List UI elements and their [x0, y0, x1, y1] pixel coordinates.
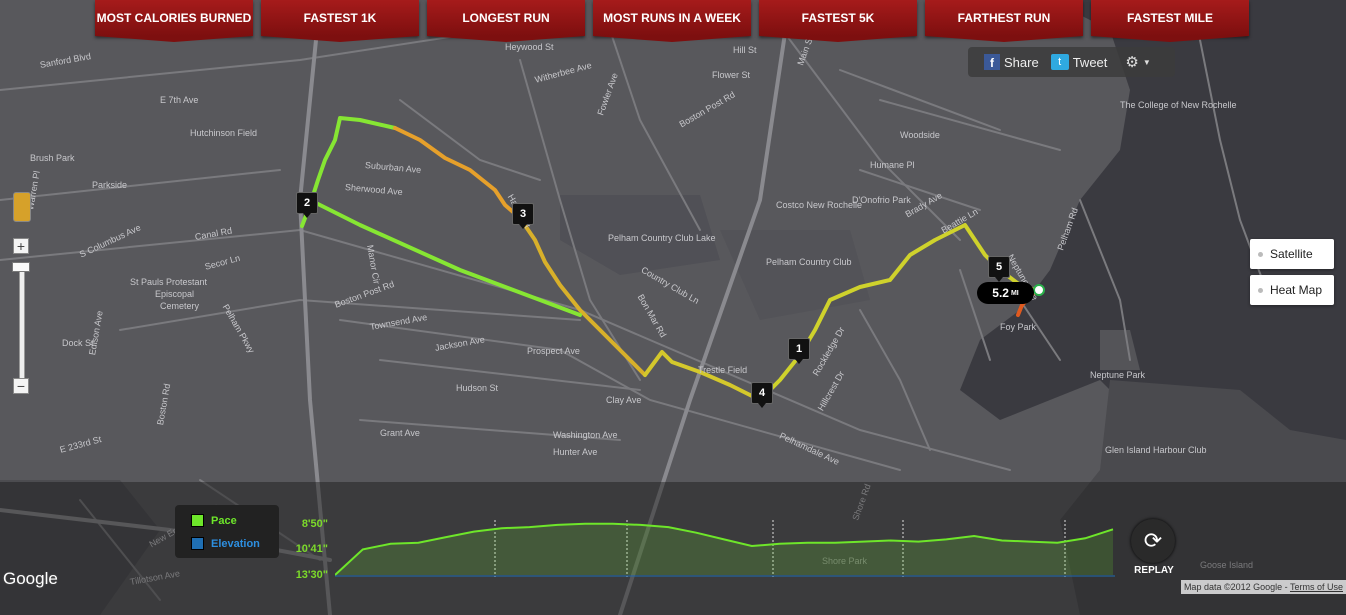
map-label: Grant Ave: [380, 428, 420, 438]
map-label: Heywood St: [505, 42, 554, 52]
tweet-label: Tweet: [1072, 54, 1108, 70]
zoom-slider-track[interactable]: [19, 270, 25, 380]
radio-dot-icon: [1258, 287, 1263, 293]
map-label: Cemetery: [160, 301, 200, 311]
achievement-tabs: MOST CALORIES BURNED FASTEST 1K LONGEST …: [95, 0, 1249, 42]
settings-gear-button[interactable]: ⚙ ▼: [1125, 53, 1150, 71]
map-label: Washington Ave: [553, 430, 618, 440]
distance-unit: MI: [1010, 289, 1019, 297]
radio-dot-icon: [1258, 251, 1263, 257]
map-label: Prospect Ave: [527, 346, 580, 356]
legend-pace[interactable]: Pace: [191, 514, 237, 527]
route-marker-4[interactable]: 4: [751, 382, 773, 408]
heat-map-label: Heat Map: [1270, 283, 1323, 297]
tab-farthest-run[interactable]: FARTHEST RUN: [925, 0, 1083, 42]
pace-swatch-icon: [191, 514, 204, 527]
zoom-in-button[interactable]: +: [13, 238, 29, 254]
twitter-tweet-button[interactable]: t Tweet: [1050, 54, 1108, 70]
zoom-slider-handle[interactable]: [12, 262, 30, 272]
gear-icon: ⚙: [1125, 54, 1139, 71]
map-label: Hudson St: [456, 383, 499, 393]
map-label: Trestle Field: [698, 365, 748, 375]
twitter-icon: t: [1050, 54, 1069, 70]
share-label: Share: [1004, 54, 1039, 70]
distance-value: 5.2: [992, 286, 1009, 300]
terms-of-use-link[interactable]: Terms of Use: [1290, 582, 1343, 592]
map-credits: Map data ©2012 Google - Terms of Use: [1180, 580, 1346, 594]
y-tick-mid: 10'41": [295, 543, 328, 555]
zoom-out-button[interactable]: −: [13, 378, 29, 394]
satellite-label: Satellite: [1270, 247, 1313, 261]
facebook-share-button[interactable]: f Share: [984, 54, 1039, 70]
map-label: Pelham Country Club: [766, 257, 852, 267]
google-logo: Google: [3, 569, 58, 588]
map-label: Woodside: [900, 130, 940, 140]
map-label: Parkside: [92, 180, 128, 190]
street-view-pegman-icon[interactable]: [13, 192, 31, 222]
heat-map-button[interactable]: Heat Map: [1250, 275, 1334, 305]
map-label: Foy Park: [1000, 322, 1037, 332]
y-tick-bottom: 13'30": [295, 569, 328, 581]
distance-badge: 5.2 MI: [977, 282, 1034, 304]
map-label: Episcopal: [155, 289, 195, 299]
satellite-button[interactable]: Satellite: [1250, 239, 1334, 269]
route-marker-2[interactable]: 2: [296, 192, 318, 218]
map-label: St Pauls Protestant: [130, 277, 208, 287]
replay-button[interactable]: ⟳: [1131, 519, 1175, 563]
legend-elevation[interactable]: Elevation: [191, 537, 260, 550]
tab-fastest-mile[interactable]: FASTEST MILE: [1091, 0, 1249, 42]
map-label: Hill St: [733, 45, 757, 55]
chevron-down-icon: ▼: [1142, 57, 1151, 67]
share-bar: f Share t Tweet ⚙ ▼: [968, 47, 1175, 77]
route-marker-1[interactable]: 1: [788, 338, 810, 364]
map-label: Hutchinson Field: [190, 128, 258, 138]
y-tick-top: 8'50": [301, 518, 328, 530]
tab-fastest-5k[interactable]: FASTEST 5K: [759, 0, 917, 42]
tab-longest-run[interactable]: LONGEST RUN: [427, 0, 585, 42]
map-label: Brush Park: [30, 153, 75, 163]
map-label: E 7th Ave: [160, 95, 199, 105]
legend-elevation-label: Elevation: [211, 537, 260, 550]
route-marker-3[interactable]: 3: [512, 203, 534, 229]
chart-legend: Pace Elevation: [175, 505, 279, 558]
pace-chart[interactable]: [335, 515, 1135, 585]
tab-most-calories-burned[interactable]: MOST CALORIES BURNED: [95, 0, 253, 42]
map-label: Costco New Rochelle: [776, 200, 863, 210]
map-label: Clay Ave: [606, 395, 642, 405]
map-data-credit: Map data ©2012 Google -: [1183, 582, 1290, 592]
pace-area: [335, 523, 1113, 575]
map-label: Neptune Park: [1090, 370, 1146, 380]
facebook-icon: f: [984, 54, 1000, 70]
replay-icon: ⟳: [1143, 528, 1163, 553]
route-marker-5[interactable]: 5: [988, 256, 1010, 282]
tab-most-runs-in-a-week[interactable]: MOST RUNS IN A WEEK: [593, 0, 751, 42]
map-label: D'Onofrio Park: [852, 195, 911, 205]
map-label: Pelham Country Club Lake: [608, 233, 716, 243]
legend-pace-label: Pace: [211, 514, 237, 527]
elevation-swatch-icon: [191, 537, 204, 550]
map-label: Hunter Ave: [553, 447, 598, 457]
map-label: Flower St: [712, 70, 751, 80]
map-label: The College of New Rochelle: [1120, 100, 1237, 110]
tab-fastest-1k[interactable]: FASTEST 1K: [261, 0, 419, 42]
map-label: Glen Island Harbour Club: [1105, 445, 1207, 455]
map-label: Humane Pl: [870, 160, 915, 170]
replay-label: REPLAY: [1134, 565, 1174, 576]
